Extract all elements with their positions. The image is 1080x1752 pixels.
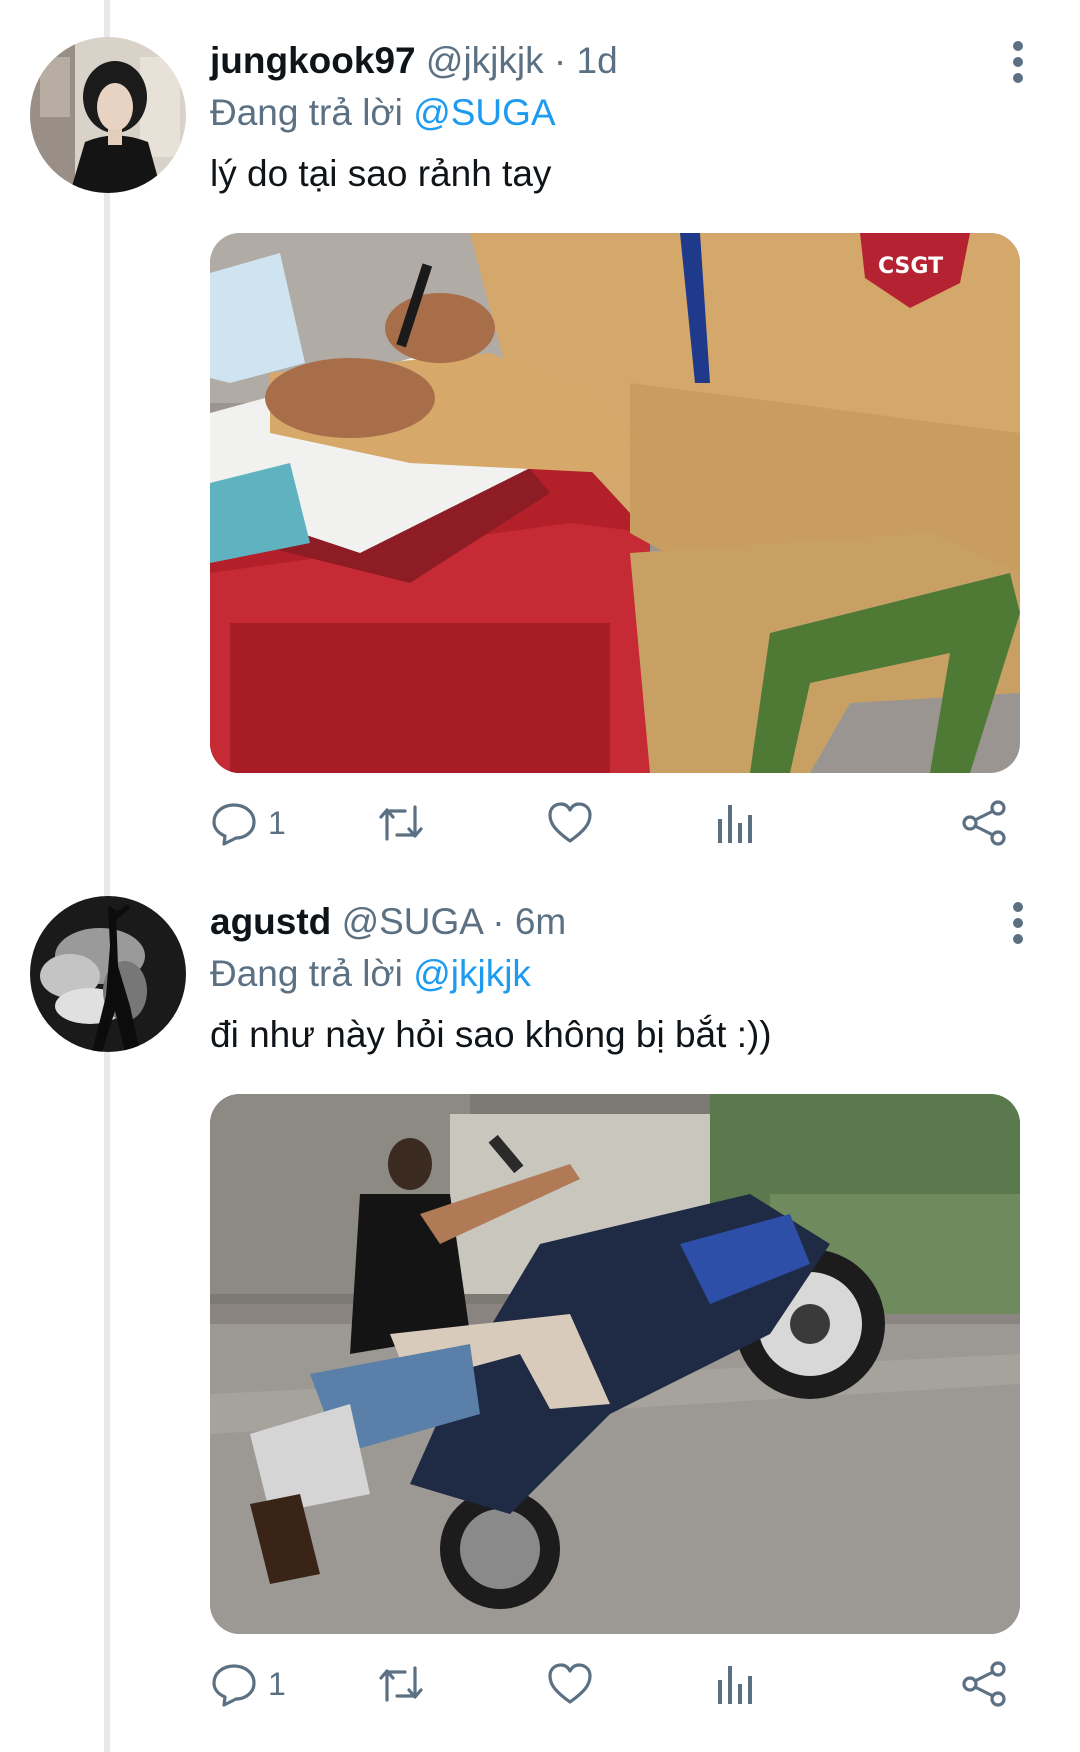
retweet-button[interactable] — [375, 795, 427, 851]
analytics-icon — [718, 805, 752, 843]
reply-button[interactable]: 1 — [210, 795, 286, 851]
retweet-icon — [379, 805, 423, 841]
more-options-button[interactable] — [996, 40, 1040, 84]
reply-icon — [212, 803, 256, 846]
badge-text: CSGT — [878, 254, 943, 279]
reply-mention-link[interactable]: @SUGA — [413, 92, 555, 133]
tweet-text: đi như này hỏi sao không bị bắt :)) — [210, 1014, 772, 1055]
reply-prefix: Đang trả lời — [210, 92, 403, 133]
action-bar: 1 — [210, 795, 1020, 851]
action-bar: 1 — [210, 1656, 1020, 1712]
avatar[interactable] — [30, 896, 186, 1052]
thread-line — [104, 0, 110, 1752]
reply-context: Đang trả lời @jkjkjk — [210, 953, 531, 995]
separator-dot: · — [492, 901, 505, 942]
display-name[interactable]: agustd — [210, 901, 331, 942]
analytics-icon — [718, 1666, 752, 1704]
analytics-button[interactable] — [715, 795, 755, 851]
tweet-header: agustd @SUGA · 6m — [210, 901, 566, 943]
like-icon — [548, 802, 592, 843]
share-button[interactable] — [960, 795, 1008, 851]
like-button[interactable] — [546, 1656, 594, 1712]
like-icon — [548, 1663, 592, 1704]
like-button[interactable] — [546, 795, 594, 851]
tweet-image[interactable]: CSGT — [210, 233, 1020, 773]
user-handle[interactable]: @SUGA — [342, 901, 482, 942]
user-handle[interactable]: @jkjkjk — [426, 40, 544, 81]
share-icon — [962, 1661, 1006, 1707]
analytics-button[interactable] — [715, 1656, 755, 1712]
reply-count: 1 — [268, 1665, 286, 1702]
tweet-header: jungkook97 @jkjkjk · 1d — [210, 40, 618, 82]
reply-button[interactable]: 1 — [210, 1656, 286, 1712]
tweet-text: lý do tại sao rảnh tay — [210, 153, 552, 194]
separator-dot: · — [553, 40, 567, 81]
share-icon — [962, 800, 1006, 846]
reply-prefix: Đang trả lời — [210, 953, 403, 994]
reply-count: 1 — [268, 804, 286, 841]
avatar[interactable] — [30, 37, 186, 193]
reply-context: Đang trả lời @SUGA — [210, 92, 556, 134]
timestamp[interactable]: 1d — [577, 40, 618, 81]
reply-icon — [212, 1664, 256, 1707]
timestamp[interactable]: 6m — [515, 901, 566, 942]
tweet-image[interactable] — [210, 1094, 1020, 1634]
more-options-button[interactable] — [996, 901, 1040, 945]
retweet-icon — [379, 1666, 423, 1702]
more-vertical-icon — [1013, 41, 1023, 83]
share-button[interactable] — [960, 1656, 1008, 1712]
display-name[interactable]: jungkook97 — [210, 40, 416, 81]
retweet-button[interactable] — [375, 1656, 427, 1712]
more-vertical-icon — [1013, 902, 1023, 944]
reply-mention-link[interactable]: @jkjkjk — [413, 953, 531, 994]
